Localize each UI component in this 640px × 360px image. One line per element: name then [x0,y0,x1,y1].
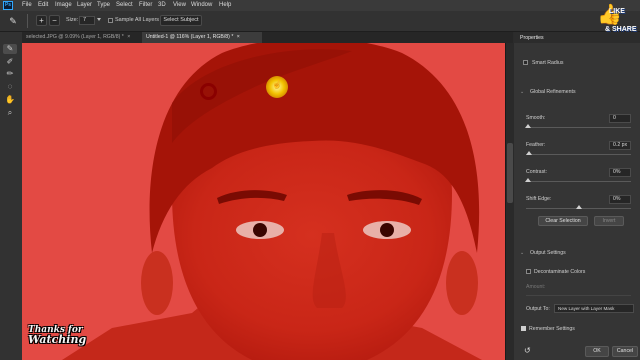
panel-title: Properties [520,35,544,41]
size-input[interactable]: 7 [79,16,95,25]
zoom-icon[interactable]: ⌕ [3,108,17,118]
menu-3d[interactable]: 3D [158,0,166,11]
remember-settings-checkbox[interactable] [521,326,526,331]
shift-edge-label: Shift Edge: [526,196,552,202]
feather-slider[interactable] [526,154,631,155]
menu-image[interactable]: Image [55,0,72,11]
menu-edit[interactable]: Edit [38,0,48,11]
brush-icon[interactable]: ✏ [3,69,17,79]
smooth-slider[interactable] [526,127,631,128]
clear-selection-button[interactable]: Clear Selection [538,216,588,226]
menu-filter[interactable]: Filter [139,0,152,11]
smart-radius-checkbox[interactable] [523,60,528,65]
contrast-input[interactable]: 0% [609,168,631,177]
menu-type[interactable]: Type [97,0,110,11]
menu-file[interactable]: File [22,0,32,11]
watermark-line-2: Watching [28,333,87,346]
reset-icon[interactable]: ↺ [524,346,531,355]
menu-view[interactable]: View [173,0,186,11]
refine-edge-brush-icon[interactable]: ✐ [3,57,17,67]
select-subject-button[interactable]: Select Subject [160,15,202,26]
smooth-slider-handle[interactable] [525,124,531,128]
chevron-down-icon[interactable]: ⌄ [520,250,524,256]
chevron-down-icon[interactable]: ⌄ [520,89,524,95]
tab-selected-jpg[interactable]: selected.JPG @ 9.09% (Layer 1, RGB/8) * … [22,32,142,43]
hand-icon[interactable]: ✋ [3,95,17,105]
sample-all-layers-label: Sample All Layers [115,17,160,23]
sample-all-layers-checkbox[interactable] [108,18,113,23]
amount-label: Amount: [526,284,546,290]
tab-label: selected.JPG @ 9.09% (Layer 1, RGB/8) * [26,34,124,40]
shift-edge-slider-handle[interactable] [576,205,582,209]
options-bar: ✎ + − Size: 7 Sample All Layers Select S… [0,11,640,32]
amount-slider[interactable] [526,295,631,296]
cancel-button[interactable]: Cancel [612,346,638,357]
smart-radius-label: Smart Radius [532,60,564,66]
output-to-select[interactable]: New Layer with Layer Mask [554,304,634,313]
ok-button[interactable]: OK [585,346,609,357]
shift-edge-input[interactable]: 0% [609,195,631,204]
close-icon[interactable]: × [237,34,240,40]
smooth-label: Smooth: [526,115,546,121]
canvas-scrollbar[interactable] [505,43,514,360]
close-icon[interactable]: × [127,34,130,40]
like-share-badge: 👍 LIKE & SHARE [597,0,637,44]
quick-selection-brush-icon[interactable]: ✎ [3,44,17,54]
document-canvas[interactable]: ☝ Thanks for Watching [22,43,505,360]
decontaminate-colors-checkbox[interactable] [526,269,531,274]
add-to-selection-icon[interactable]: + [36,15,47,26]
decontaminate-colors-label: Decontaminate Colors [534,269,586,275]
thanks-watermark: Thanks for Watching [28,325,86,345]
size-dropdown-icon[interactable] [97,18,101,21]
menu-select[interactable]: Select [116,0,133,11]
contrast-slider-handle[interactable] [525,178,531,182]
document-tabs: selected.JPG @ 9.09% (Layer 1, RGB/8) * … [22,32,513,43]
like-text: LIKE [609,8,625,15]
remember-settings-label: Remember Settings [529,326,575,332]
feather-input[interactable]: 0.2 px [609,141,631,150]
contrast-label: Contrast: [526,169,548,175]
invert-button[interactable]: Invert [594,216,624,226]
menu-help[interactable]: Help [219,0,231,11]
tools-panel: ✎ ✐ ✏ ◌ ✋ ⌕ [0,32,23,360]
photoshop-logo: Ps [3,1,13,10]
smooth-input[interactable]: 0 [609,114,631,123]
lasso-icon[interactable]: ◌ [3,82,17,92]
output-to-label: Output To: [526,306,550,312]
global-refinements-header[interactable]: Global Refinements [530,89,576,95]
divider [27,14,28,28]
brush-cursor-icon [200,83,217,100]
hand-pointer-icon: ☝ [272,80,282,89]
properties-panel: Properties Smart Radius ⌄ Global Refinem… [514,32,640,360]
tab-untitled-1[interactable]: Untitled-1 @ 116% (Layer 1, RGB/8) * × [142,32,262,43]
subtract-from-selection-icon[interactable]: − [49,15,60,26]
contrast-slider[interactable] [526,181,631,182]
share-text: & SHARE [605,26,637,33]
tab-label: Untitled-1 @ 116% (Layer 1, RGB/8) * [146,34,234,40]
menu-bar: Ps File Edit Image Layer Type Select Fil… [0,0,640,11]
scrollbar-thumb[interactable] [507,143,513,203]
brush-preset-icon[interactable]: ✎ [7,15,19,27]
feather-label: Feather: [526,142,546,148]
size-label: Size: [66,17,79,23]
output-settings-header[interactable]: Output Settings [530,250,566,256]
menu-layer[interactable]: Layer [77,0,92,11]
photo-with-overlay [22,43,505,360]
feather-slider-handle[interactable] [526,151,532,155]
menu-window[interactable]: Window [191,0,212,11]
